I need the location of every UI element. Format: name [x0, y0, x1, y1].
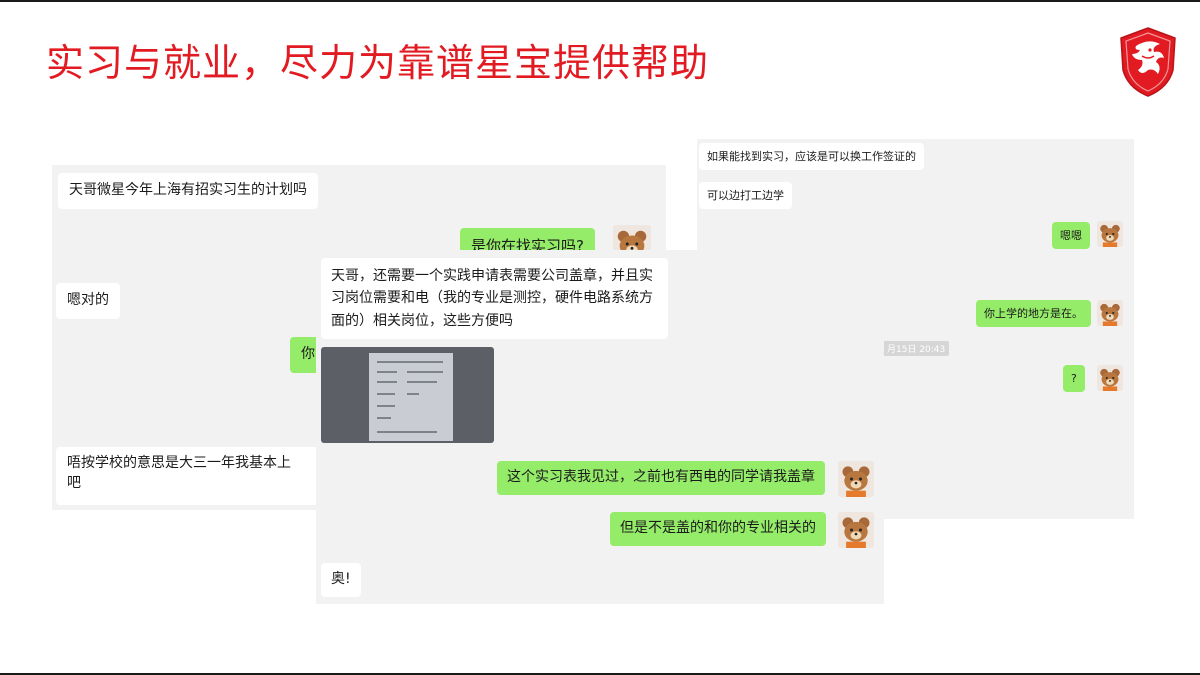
dragon-shield-icon: [1118, 26, 1178, 98]
message-bubble: 唔按学校的意思是大三一年我基本上 吧: [56, 447, 356, 505]
message-bubble: 嗯对的: [56, 283, 120, 319]
bear-avatar-icon[interactable]: [1097, 365, 1123, 391]
message-bubble: 天哥微星今年上海有招实习生的计划吗: [58, 173, 318, 209]
bear-avatar-icon[interactable]: [1097, 221, 1123, 247]
message-bubble: 可以边打工边学: [699, 182, 792, 210]
top-rule: [0, 0, 1200, 2]
message-bubble: 天哥，还需要一个实践申请表需要公司盖章，并且实习岗位需要和电（我的专业是测控，硬…: [321, 258, 668, 340]
message-bubble: 这个实习表我见过，之前也有西电的同学请我盖章: [497, 461, 825, 495]
bear-avatar-icon[interactable]: [1097, 300, 1123, 326]
message-line: 唔按学校的意思是大三一年我基本上: [67, 455, 291, 471]
message-bubble: 奥!: [321, 563, 361, 597]
chat-panel-front: 天哥，还需要一个实践申请表需要公司盖章，并且实习岗位需要和电（我的专业是测控，硬…: [316, 250, 884, 604]
message-bubble: 嗯嗯: [1052, 222, 1090, 250]
document-photo: [369, 353, 453, 441]
bear-avatar-icon[interactable]: [838, 461, 874, 497]
slide-title: 实习与就业，尽力为靠谱星宝提供帮助: [46, 41, 710, 85]
photo-message-thumbnail[interactable]: [321, 347, 494, 443]
message-bubble: 但是不是盖的和你的专业相关的: [610, 512, 826, 546]
message-bubble: 如果能找到实习，应该是可以换工作签证的: [699, 143, 924, 171]
message-timestamp: 月15日 20:43: [883, 341, 950, 356]
message-line: 吧: [67, 474, 81, 491]
message-bubble: ?: [1063, 365, 1085, 393]
bear-avatar-icon[interactable]: [838, 512, 874, 548]
message-bubble: 你上学的地方是在。: [976, 300, 1091, 328]
